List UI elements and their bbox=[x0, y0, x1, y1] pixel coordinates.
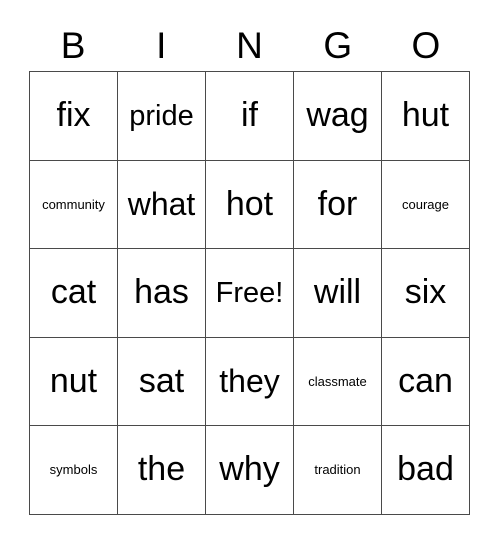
bingo-cell[interactable]: has bbox=[118, 249, 206, 338]
bingo-cell-label: Free! bbox=[215, 276, 284, 309]
bingo-cell[interactable]: for bbox=[294, 160, 382, 250]
bingo-cell-label: why bbox=[219, 450, 280, 489]
bingo-cell-label: courage bbox=[402, 196, 449, 212]
bingo-cell[interactable]: bad bbox=[382, 426, 470, 515]
bingo-header-letter-1: I bbox=[156, 24, 167, 66]
bingo-header-letter-3: G bbox=[323, 24, 353, 66]
bingo-cell[interactable]: pride bbox=[118, 72, 206, 161]
bingo-cell[interactable]: the bbox=[118, 426, 206, 515]
bingo-cell[interactable]: why bbox=[206, 426, 294, 515]
bingo-cell[interactable]: classmate bbox=[294, 337, 382, 427]
bingo-cell[interactable]: what bbox=[118, 160, 206, 250]
bingo-cell-label: six bbox=[404, 273, 447, 312]
bingo-header-letter-4: O bbox=[411, 24, 441, 66]
bingo-cell-label: pride bbox=[129, 99, 194, 132]
bingo-cell[interactable]: sat bbox=[118, 337, 206, 427]
bingo-cell-label: can bbox=[398, 361, 453, 400]
bingo-cell-label: cat bbox=[50, 273, 97, 312]
bingo-cell[interactable]: will bbox=[294, 249, 382, 338]
bingo-cell-label: if bbox=[241, 95, 258, 134]
bingo-cell[interactable]: can bbox=[382, 337, 470, 427]
bingo-cell-label: will bbox=[313, 273, 362, 312]
bingo-header-letter-2: N bbox=[236, 24, 263, 66]
bingo-cell-label: what bbox=[127, 185, 196, 222]
bingo-cell-label: the bbox=[137, 450, 186, 489]
bingo-cell-label: classmate bbox=[308, 373, 367, 389]
bingo-cell[interactable]: wag bbox=[294, 72, 382, 161]
bingo-cell-label: tradition bbox=[314, 462, 361, 478]
bingo-cell[interactable]: six bbox=[382, 249, 470, 338]
bingo-cell[interactable]: community bbox=[30, 160, 118, 250]
bingo-cell[interactable]: nut bbox=[30, 337, 118, 427]
bingo-cell-label: sat bbox=[138, 361, 185, 400]
bingo-cell-label: for bbox=[317, 184, 358, 223]
bingo-cell-label: hot bbox=[225, 184, 274, 223]
bingo-cell[interactable]: they bbox=[206, 337, 294, 427]
bingo-cell[interactable]: hut bbox=[382, 72, 470, 161]
bingo-cell-label: symbols bbox=[49, 462, 98, 478]
bingo-cell-label: bad bbox=[397, 450, 454, 489]
bingo-free-space-cell[interactable]: Free! bbox=[206, 249, 294, 338]
bingo-cell[interactable]: symbols bbox=[30, 426, 118, 515]
bingo-cell-label: hut bbox=[401, 95, 450, 134]
bingo-cell[interactable]: hot bbox=[206, 160, 294, 250]
bingo-header-letter-0: B bbox=[60, 24, 86, 66]
bingo-cell-label: has bbox=[134, 273, 189, 312]
bingo-cell-label: community bbox=[42, 196, 105, 212]
bingo-cell-label: nut bbox=[49, 361, 98, 400]
bingo-cell-label: wag bbox=[306, 95, 369, 134]
bingo-cell[interactable]: if bbox=[206, 72, 294, 161]
bingo-grid: fix pride if wag hut community what hot for coura… bbox=[29, 71, 470, 515]
bingo-cell[interactable]: fix bbox=[30, 72, 118, 161]
bingo-cell-label: they bbox=[219, 362, 280, 399]
bingo-cell-label: fix bbox=[56, 95, 91, 134]
bingo-card: B I N G O fix pride if wag hut community what hot fo… bbox=[0, 0, 500, 544]
bingo-header-row: BINGO bbox=[29, 20, 470, 70]
bingo-cell[interactable]: tradition bbox=[294, 426, 382, 515]
bingo-cell[interactable]: courage bbox=[382, 160, 470, 250]
bingo-cell[interactable]: cat bbox=[30, 249, 118, 338]
